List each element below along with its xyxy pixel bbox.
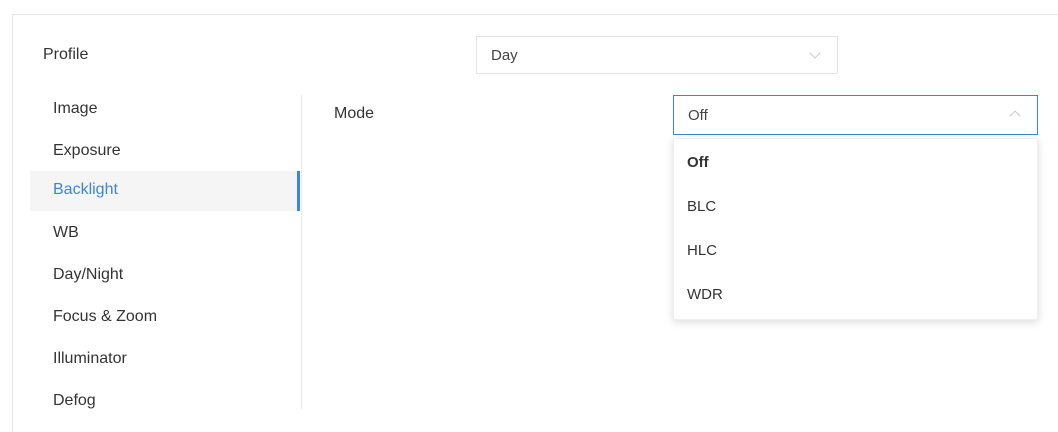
mode-label: Mode bbox=[334, 105, 375, 122]
sidebar-item-defog[interactable]: Defog bbox=[30, 382, 298, 422]
sidebar-divider bbox=[301, 95, 302, 409]
sidebar-item-label: Image bbox=[53, 100, 98, 117]
chevron-up-icon bbox=[1009, 110, 1021, 122]
chevron-down-icon bbox=[809, 47, 821, 59]
sidebar-item-label: Defog bbox=[53, 392, 96, 409]
sidebar-item-illuminator[interactable]: Illuminator bbox=[30, 340, 298, 380]
sidebar-item-label: Day/Night bbox=[53, 266, 124, 283]
mode-option-label: BLC bbox=[687, 198, 717, 215]
mode-select-value: Off bbox=[688, 107, 708, 124]
profile-select-value: Day bbox=[491, 47, 518, 64]
sidebar-item-label: Exposure bbox=[53, 142, 121, 159]
profile-select[interactable]: Day bbox=[476, 36, 838, 74]
mode-option-label: WDR bbox=[687, 286, 723, 303]
sidebar-item-label: Focus & Zoom bbox=[53, 308, 158, 325]
sidebar-item-wb[interactable]: WB bbox=[30, 214, 298, 254]
mode-option-off[interactable]: Off bbox=[674, 141, 1037, 185]
sidebar-item-label: Backlight bbox=[53, 181, 118, 198]
mode-option-hlc[interactable]: HLC bbox=[674, 229, 1037, 273]
mode-option-blc[interactable]: BLC bbox=[674, 185, 1037, 229]
sidebar-item-focus-zoom[interactable]: Focus & Zoom bbox=[30, 298, 298, 338]
sidebar-item-day-night[interactable]: Day/Night bbox=[30, 256, 298, 296]
mode-option-label: HLC bbox=[687, 242, 718, 259]
sidebar-item-image[interactable]: Image bbox=[30, 90, 298, 130]
mode-dropdown-menu: Off BLC HLC WDR bbox=[673, 138, 1038, 320]
sidebar-nav: Image Exposure Backlight WB Day/Night Fo… bbox=[30, 90, 304, 420]
active-indicator bbox=[297, 171, 300, 211]
mode-option-label: Off bbox=[687, 154, 709, 171]
mode-select[interactable]: Off bbox=[673, 95, 1038, 135]
sidebar-item-label: WB bbox=[53, 224, 79, 241]
sidebar-item-backlight[interactable]: Backlight bbox=[30, 171, 298, 211]
sidebar-item-exposure[interactable]: Exposure bbox=[30, 132, 298, 172]
sidebar-item-label: Illuminator bbox=[53, 350, 127, 367]
profile-label: Profile bbox=[43, 46, 89, 63]
mode-option-wdr[interactable]: WDR bbox=[674, 273, 1037, 317]
